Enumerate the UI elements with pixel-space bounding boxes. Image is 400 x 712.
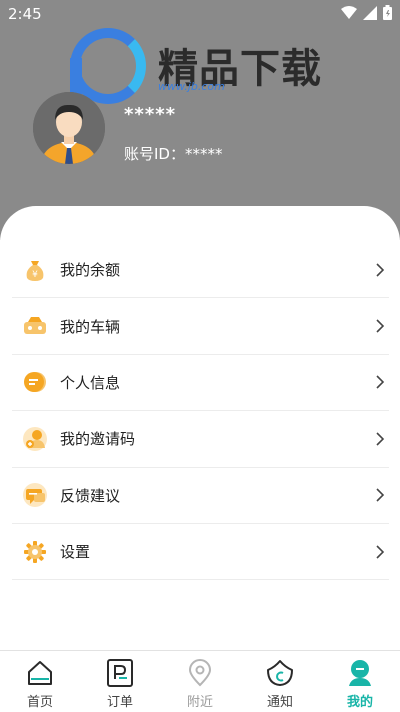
info-icon [22,369,48,395]
chevron-right-icon [376,432,385,446]
money-bag-icon: ¥ [22,257,48,283]
profile-icon [349,660,371,686]
tab-notifications[interactable]: 通知 [240,651,320,712]
invite-icon [22,426,48,452]
tab-label: 附近 [186,695,213,710]
menu-item-label: 我的邀请码 [60,430,136,449]
profile-header: 2:45 精品下载 www.jb.com ***** 账号ID：***** [0,0,400,240]
watermark-url: www.jb.com [158,80,225,93]
battery-icon [383,5,392,20]
tab-label: 我的 [346,695,373,710]
notification-icon [267,660,293,686]
menu-card: ¥ 我的余额 我的车辆 个人信息 我的邀请码 反馈建议 设置 [0,206,400,650]
menu-list: ¥ 我的余额 我的车辆 个人信息 我的邀请码 反馈建议 设置 [12,242,389,581]
signal-icon [363,5,377,20]
chevron-right-icon [376,488,385,502]
menu-item-label: 设置 [60,543,91,562]
menu-item-settings[interactable]: 设置 [12,524,389,581]
menu-item-vehicle[interactable]: 我的车辆 [12,298,389,355]
bottom-tab-bar: 首页 订单 附近 通知 我的 [0,650,400,712]
tab-label: 订单 [106,695,133,710]
status-time: 2:45 [8,5,42,23]
account-id: 账号ID：***** [124,145,223,163]
status-bar: 2:45 [0,0,400,28]
tab-label: 通知 [266,695,293,710]
svg-text:¥: ¥ [32,270,38,280]
avatar[interactable] [33,92,105,164]
watermark: 精品下载 www.jb.com [70,28,330,108]
home-icon [28,661,52,685]
gear-icon [22,539,48,565]
tab-orders[interactable]: 订单 [80,651,160,712]
menu-item-label: 我的车辆 [60,317,121,336]
tab-nearby[interactable]: 附近 [160,651,240,712]
menu-item-invite-code[interactable]: 我的邀请码 [12,411,389,468]
car-icon [22,313,48,339]
status-icons [341,5,392,20]
feedback-icon [22,482,48,508]
chevron-right-icon [376,319,385,333]
avatar-person-icon [33,92,105,164]
chevron-right-icon [376,545,385,559]
username: ***** [124,104,177,125]
tab-profile[interactable]: 我的 [320,651,400,712]
wifi-icon [341,5,357,19]
menu-item-label: 反馈建议 [60,486,121,505]
watermark-logo-icon [70,28,146,106]
tab-label: 首页 [26,695,53,710]
location-icon [188,659,212,687]
chevron-right-icon [376,375,385,390]
menu-item-balance[interactable]: ¥ 我的余额 [12,242,389,299]
menu-item-personal-info[interactable]: 个人信息 [12,355,389,412]
menu-item-feedback[interactable]: 反馈建议 [12,468,389,524]
menu-item-label: 我的余额 [60,261,121,280]
menu-item-label: 个人信息 [60,373,121,392]
chevron-right-icon [376,263,385,277]
order-icon [107,659,133,687]
tab-home[interactable]: 首页 [0,651,80,712]
